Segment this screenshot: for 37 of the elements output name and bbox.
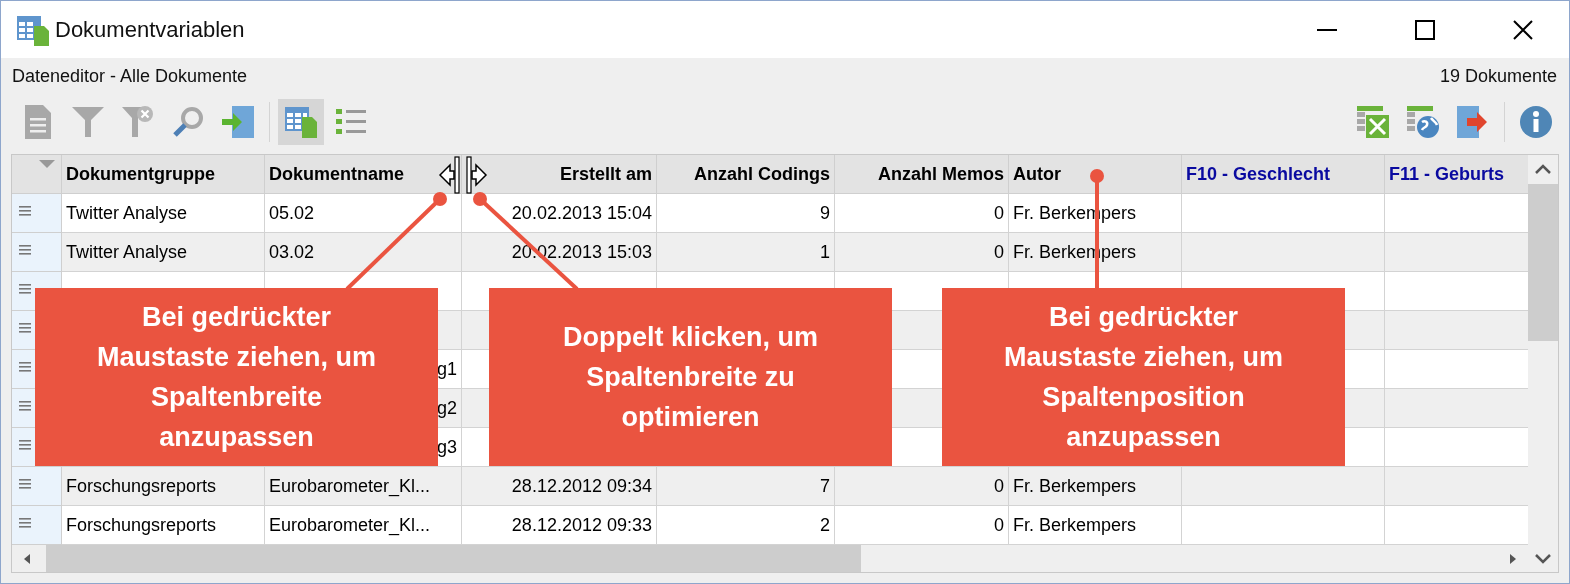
- callout: Doppelt klicken, um Spaltenbreite zu optimieren: [489, 288, 892, 466]
- filter-icon: [72, 106, 104, 138]
- search-icon: [172, 106, 204, 138]
- vertical-scrollbar-thumb[interactable]: [1528, 184, 1558, 341]
- close-icon: [1513, 19, 1533, 40]
- excel-export-icon: [1357, 106, 1389, 138]
- row-handle-icon[interactable]: [19, 479, 31, 489]
- horizontal-scrollbar-thumb[interactable]: [46, 545, 861, 572]
- row-handle-icon[interactable]: [19, 401, 31, 411]
- list-view-icon: [336, 109, 366, 135]
- clear-filter-icon: [122, 106, 154, 138]
- row-handle-icon[interactable]: [19, 206, 31, 216]
- window-title: Dokumentvariablen: [55, 16, 246, 43]
- app-icon: [17, 13, 49, 46]
- sort-indicator-icon: [39, 160, 55, 168]
- row-handle-icon[interactable]: [19, 323, 31, 333]
- row-handle-icon[interactable]: [19, 245, 31, 255]
- row-handle-icon[interactable]: [19, 518, 31, 528]
- maximize-icon: [1415, 19, 1435, 40]
- callout: Bei gedrückter Maustaste ziehen, um Spaltenposition anzupassen: [942, 288, 1345, 466]
- import-icon: [222, 106, 254, 138]
- row-handle-icon[interactable]: [19, 362, 31, 372]
- left-arrow-icon: [24, 553, 30, 564]
- callout: Bei gedrückter Maustaste ziehen, um Spaltenbreite anzupassen: [35, 288, 438, 466]
- web-export-icon: [1407, 106, 1439, 138]
- view-button[interactable]: [278, 99, 324, 145]
- document-count: 19 Dokumente: [1439, 65, 1557, 87]
- editor-title: Dateneditor - Alle Dokumente: [12, 65, 248, 87]
- right-arrow-icon: [1510, 553, 1516, 564]
- row-handle-icon[interactable]: [19, 284, 31, 294]
- minimize-icon: [1317, 28, 1337, 31]
- document-icon: [25, 105, 51, 139]
- chevron-up-icon: [1535, 163, 1551, 174]
- chevron-down-icon: [1535, 553, 1551, 564]
- exit-icon: [1457, 106, 1489, 138]
- table-view-icon: [285, 106, 317, 138]
- row-handle-icon[interactable]: [19, 440, 31, 450]
